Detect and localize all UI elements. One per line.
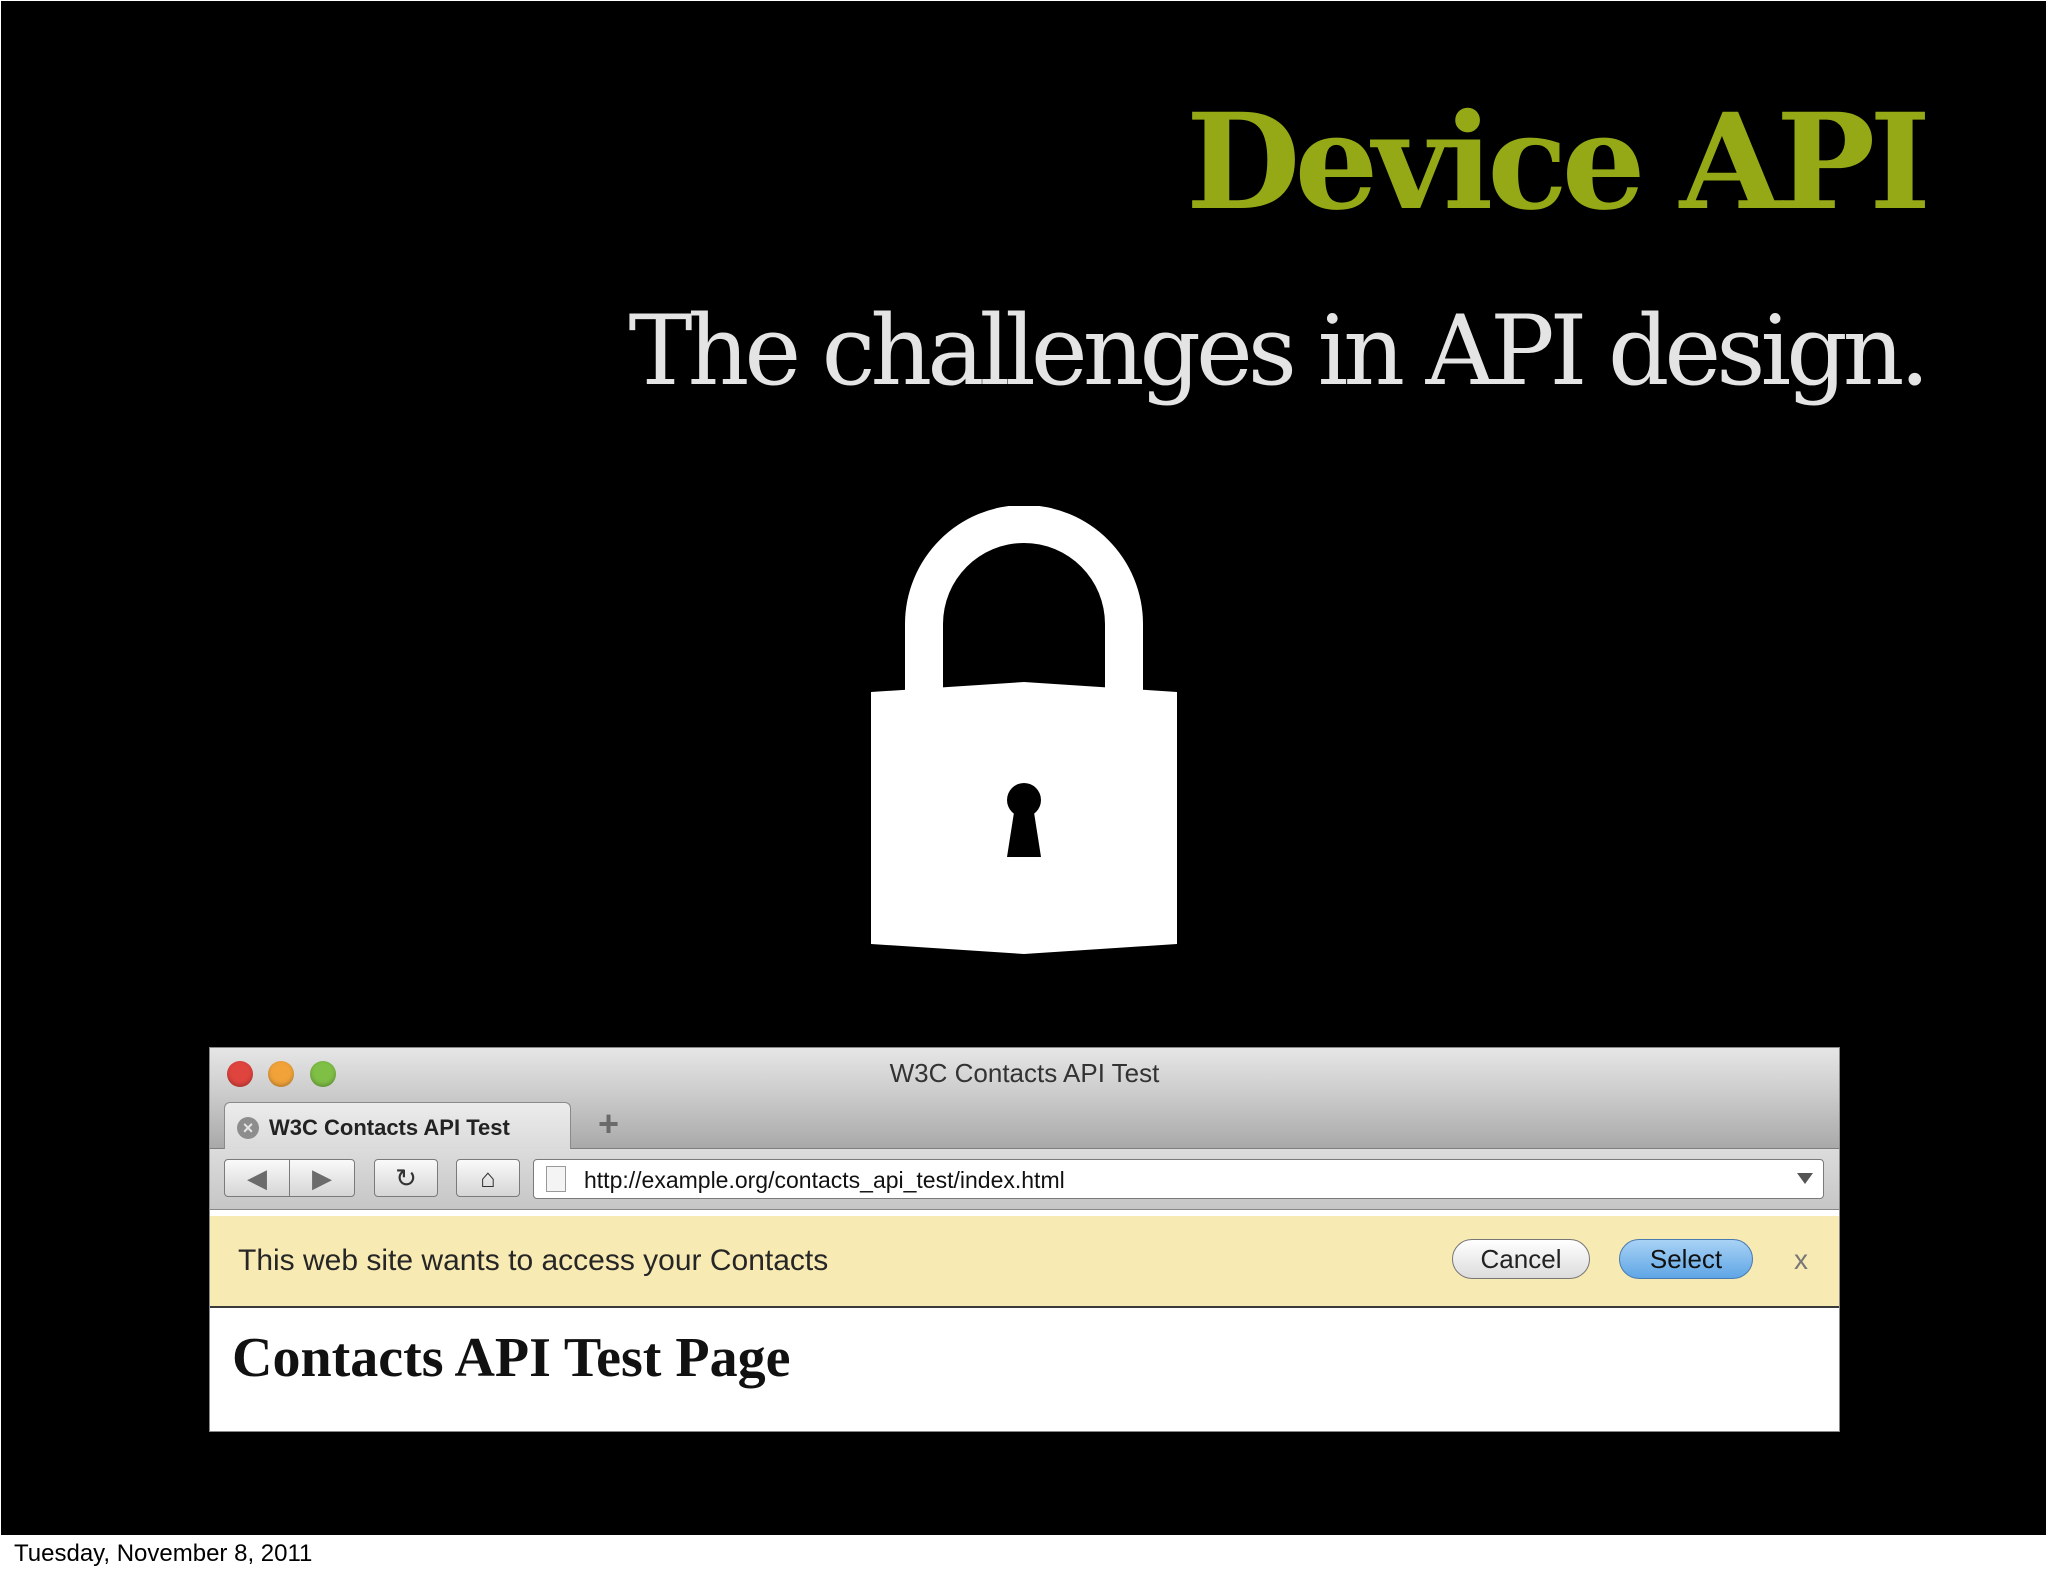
url-field[interactable]: http://example.org/contacts_api_test/ind… xyxy=(533,1159,1824,1199)
url-text: http://example.org/contacts_api_test/ind… xyxy=(584,1167,1065,1193)
tab-strip: × W3C Contacts API Test + xyxy=(210,1098,1839,1150)
url-dropdown-icon[interactable] xyxy=(1797,1173,1813,1184)
browser-screenshot: W3C Contacts API Test × W3C Contacts API… xyxy=(209,1047,1840,1432)
window-title: W3C Contacts API Test xyxy=(889,1058,1160,1088)
tab-w3c-contacts[interactable]: × W3C Contacts API Test xyxy=(224,1102,571,1150)
lock-icon xyxy=(871,506,1177,954)
slide: Device API The challenges in API design.… xyxy=(1,1,2046,1535)
home-button[interactable]: ⌂ xyxy=(456,1159,520,1197)
tab-label: W3C Contacts API Test xyxy=(269,1115,510,1140)
select-button[interactable]: Select xyxy=(1619,1239,1753,1279)
reload-button[interactable]: ↻ xyxy=(374,1159,438,1197)
navigation-bar: ◀ ▶ ↻ ⌂ http://example.org/contacts_api_… xyxy=(210,1149,1839,1210)
new-tab-icon[interactable]: + xyxy=(598,1106,619,1142)
permission-notification-bar: This web site wants to access your Conta… xyxy=(210,1216,1839,1308)
page-icon xyxy=(546,1166,566,1192)
slide-title: Device API xyxy=(1185,85,1931,240)
back-icon: ◀ xyxy=(247,1163,267,1193)
forward-button[interactable]: ▶ xyxy=(289,1159,355,1197)
notification-message: This web site wants to access your Conta… xyxy=(238,1244,829,1277)
reload-icon: ↻ xyxy=(395,1163,417,1193)
home-icon: ⌂ xyxy=(480,1163,496,1193)
back-button[interactable]: ◀ xyxy=(224,1159,290,1197)
cancel-button[interactable]: Cancel xyxy=(1452,1239,1590,1279)
window-titlebar: W3C Contacts API Test xyxy=(210,1048,1839,1098)
close-notification-button[interactable]: x xyxy=(1794,1244,1808,1276)
page-heading: Contacts API Test Page xyxy=(232,1327,791,1389)
footer-date: Tuesday, November 8, 2011 xyxy=(14,1540,313,1567)
forward-icon: ▶ xyxy=(312,1163,332,1193)
slide-subtitle: The challenges in API design. xyxy=(628,295,1930,407)
tab-close-icon[interactable]: × xyxy=(237,1117,259,1139)
